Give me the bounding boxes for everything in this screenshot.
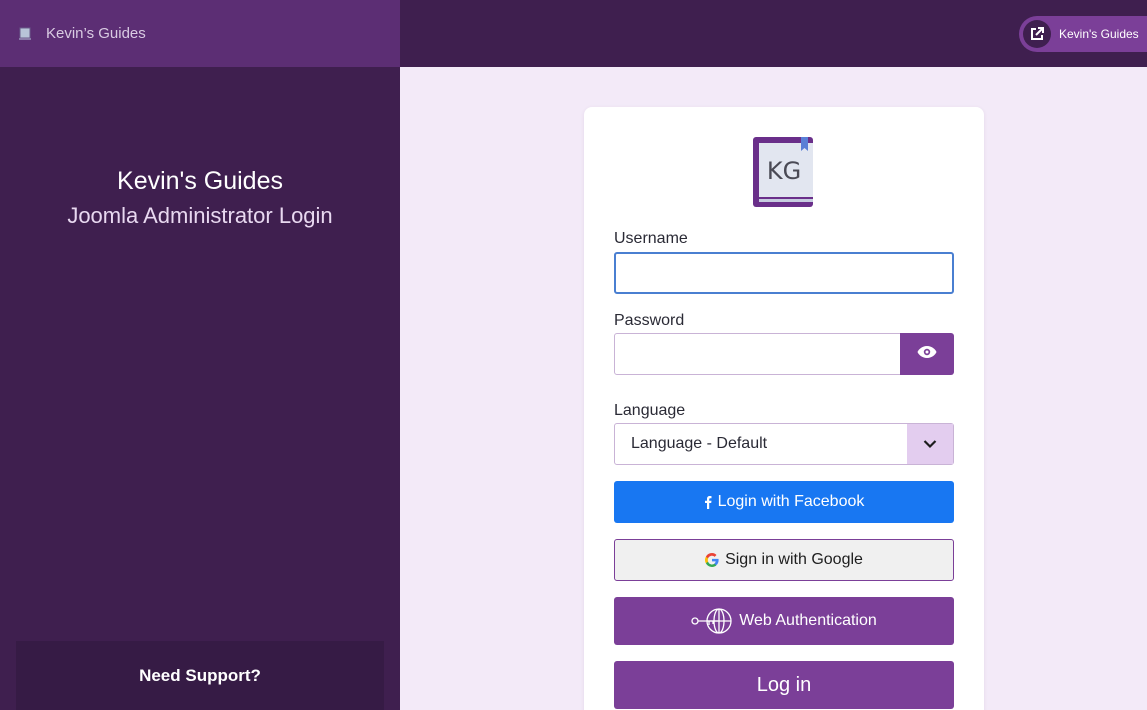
site-logo: KG [753, 137, 813, 207]
username-input[interactable] [614, 252, 954, 294]
view-site-link[interactable]: Kevin's Guides [1019, 16, 1147, 52]
logo-text: KG [767, 157, 801, 185]
external-link-icon [1023, 20, 1051, 48]
facebook-login-button[interactable]: Login with Facebook [614, 481, 954, 523]
support-section[interactable]: Need Support? [16, 641, 384, 710]
web-authentication-label: Web Authentication [739, 612, 877, 629]
login-card: KG Username Password Language Language -… [584, 107, 984, 710]
chevron-down-icon [907, 424, 953, 464]
eye-icon [917, 345, 937, 364]
brand-name: Kevin’s Guides [46, 25, 146, 42]
sidebar: Kevin's Guides Joomla Administrator Logi… [0, 67, 400, 710]
sidebar-subtitle: Joomla Administrator Login [67, 203, 333, 228]
top-header: Kevin's Guides [400, 0, 1147, 67]
password-input[interactable] [614, 333, 901, 375]
language-selected-value: Language - Default [631, 435, 768, 452]
login-button[interactable]: Log in [614, 661, 954, 709]
sidebar-title: Kevin's Guides [117, 167, 283, 195]
web-authentication-button[interactable]: Web Authentication [614, 597, 954, 645]
webauthn-key-icon [691, 607, 733, 635]
google-signin-button[interactable]: Sign in with Google [614, 539, 954, 581]
language-select[interactable]: Language - Default [614, 423, 954, 465]
google-icon [705, 553, 719, 567]
login-button-label: Log in [756, 673, 812, 696]
google-signin-label: Sign in with Google [725, 551, 863, 568]
brand-bar: Kevin’s Guides [0, 0, 400, 67]
username-label: Username [614, 230, 688, 247]
view-site-label: Kevin's Guides [1059, 27, 1139, 41]
facebook-icon [704, 495, 712, 509]
language-label: Language [614, 402, 686, 419]
show-password-button[interactable] [900, 333, 954, 375]
password-label: Password [614, 312, 685, 329]
facebook-login-label: Login with Facebook [717, 493, 865, 510]
support-heading: Need Support? [139, 665, 261, 685]
joomla-book-icon [18, 27, 32, 41]
